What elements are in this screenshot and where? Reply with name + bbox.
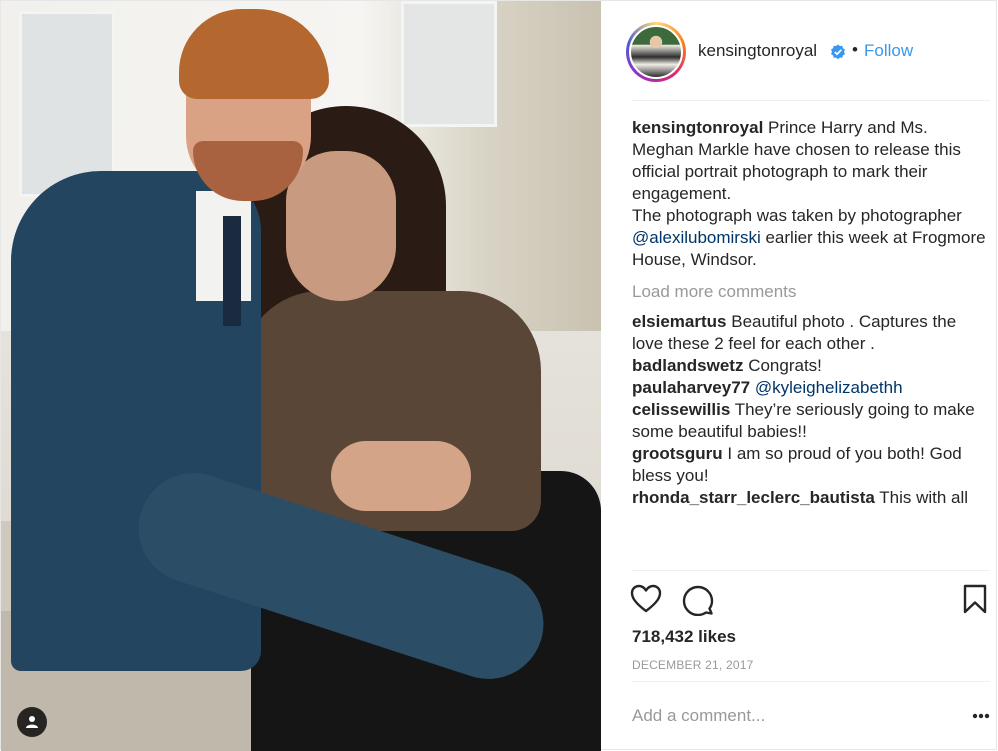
comment-username[interactable]: celissewillis: [632, 400, 730, 419]
caption-text-2: The photograph was taken by photographer: [632, 206, 962, 225]
post-photo[interactable]: [1, 1, 601, 751]
add-comment-input[interactable]: Add a comment...: [632, 706, 765, 726]
person-icon: [26, 716, 38, 728]
comments-list[interactable]: kensingtonroyal Prince Harry and Ms. Meg…: [632, 117, 990, 569]
divider: [632, 100, 990, 101]
comment-username[interactable]: paulaharvey77: [632, 378, 750, 397]
comment-text: This with all: [879, 488, 969, 507]
divider: [632, 570, 990, 571]
post-date[interactable]: DECEMBER 21, 2017: [632, 658, 753, 672]
header-username[interactable]: kensingtonroyal: [698, 41, 817, 61]
divider: [632, 681, 990, 682]
comment-item: badlandswetz Congrats!: [632, 355, 990, 377]
follow-button[interactable]: Follow: [864, 41, 913, 61]
post-caption: kensingtonroyal Prince Harry and Ms. Meg…: [632, 117, 990, 205]
comment-username[interactable]: elsiemartus: [632, 312, 727, 331]
comment-item: celissewillis They’re seriously going to…: [632, 399, 990, 443]
ellipsis-icon[interactable]: [972, 713, 990, 719]
comment-username[interactable]: badlandswetz: [632, 356, 743, 375]
tagged-users-button[interactable]: [17, 707, 47, 737]
comment-item: elsiemartus Beautiful photo . Captures t…: [632, 311, 990, 355]
comment-username[interactable]: grootsguru: [632, 444, 723, 463]
bookmark-icon[interactable]: [962, 584, 988, 614]
comment-item: grootsguru I am so proud of you both! Go…: [632, 443, 990, 487]
load-more-comments-button[interactable]: Load more comments: [632, 281, 990, 303]
comment-mention-link[interactable]: @kyleighelizabethh: [755, 378, 903, 397]
mention-link[interactable]: @alexilubomirski: [632, 228, 761, 247]
action-bar: [630, 584, 992, 616]
heart-outline-icon[interactable]: [630, 584, 662, 614]
comment-item: rhonda_starr_leclerc_bautista This with …: [632, 487, 990, 509]
separator-dot: •: [852, 40, 858, 59]
avatar[interactable]: [626, 22, 686, 82]
post-sidebar: kensingtonroyal • Follow kensingtonroyal…: [602, 1, 998, 751]
comment-text: Congrats!: [748, 356, 822, 375]
likes-count[interactable]: 718,432 likes: [632, 627, 736, 647]
instagram-post: kensingtonroyal • Follow kensingtonroyal…: [0, 0, 998, 751]
comment-username[interactable]: rhonda_starr_leclerc_bautista: [632, 488, 875, 507]
comment-item: paulaharvey77 @kyleighelizabethh: [632, 377, 990, 399]
verified-badge-icon: [831, 44, 845, 60]
post-header: kensingtonroyal • Follow: [602, 1, 998, 101]
speech-bubble-icon[interactable]: [682, 584, 714, 616]
caption-paragraph-2: The photograph was taken by photographer…: [632, 205, 990, 271]
caption-username[interactable]: kensingtonroyal: [632, 118, 763, 137]
